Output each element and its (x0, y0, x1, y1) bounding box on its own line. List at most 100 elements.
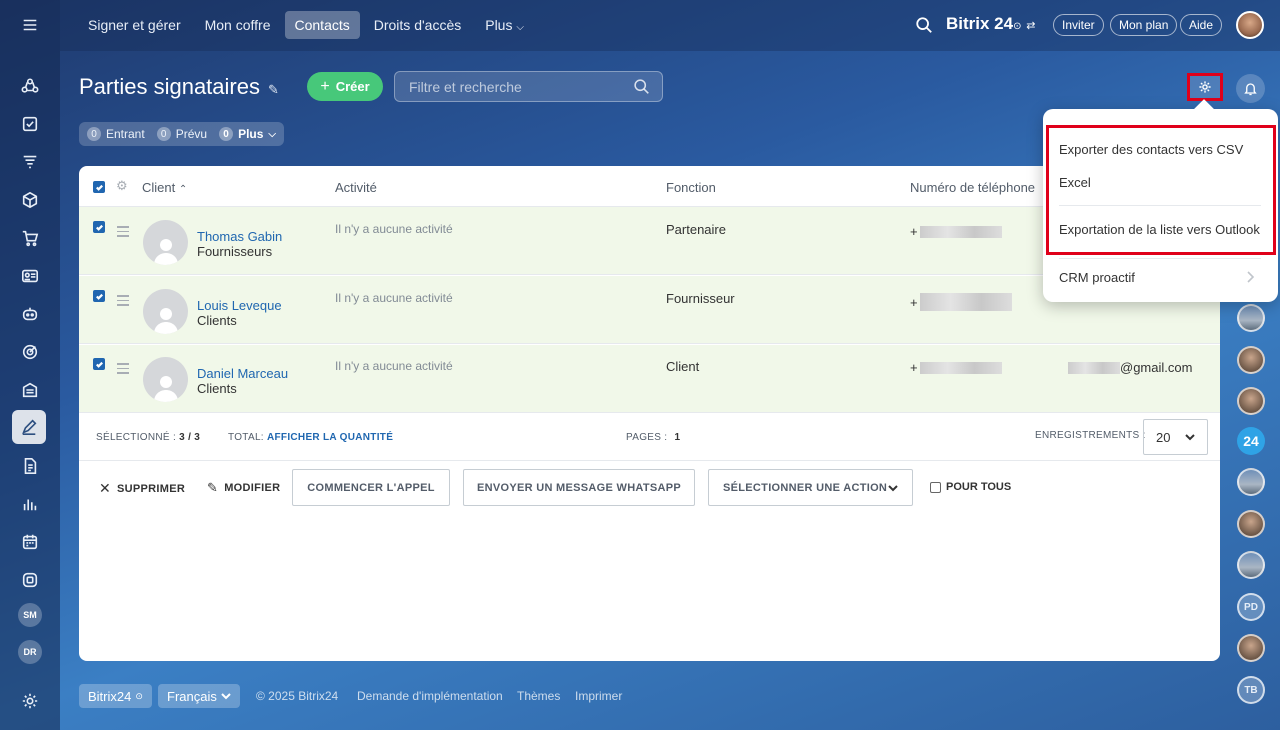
chevron-down-icon (221, 693, 231, 700)
calendar-icon[interactable] (16, 528, 44, 556)
chat-avatar[interactable] (1237, 387, 1265, 415)
chat-avatar[interactable] (1237, 551, 1265, 579)
help-button[interactable]: Aide (1180, 14, 1223, 36)
close-icon: ✕ (99, 480, 112, 496)
records-per-page-select[interactable]: 20 (1143, 419, 1208, 455)
column-settings-icon[interactable]: ⚙ (116, 178, 128, 194)
phone-prefix: + (910, 294, 918, 310)
header-activity[interactable]: Activité (335, 180, 377, 195)
counter-incoming[interactable]: 0 Entrant (87, 127, 145, 141)
menu-crm-proactive[interactable]: CRM proactif (1059, 270, 1135, 285)
header-function[interactable]: Fonction (666, 180, 716, 195)
chevron-down-icon: ⌵ (516, 22, 524, 33)
table-row[interactable]: Daniel Marceau Clients Il n'y a aucune a… (79, 345, 1220, 413)
bitrix-support-avatar[interactable]: 24 (1237, 427, 1265, 455)
header-phone[interactable]: Numéro de téléphone (910, 180, 1035, 195)
implementation-link[interactable]: Demande d'implémentation (357, 689, 503, 703)
header-client[interactable]: Client ⌃ (142, 180, 187, 195)
counters-bar: 0 Entrant 0 Prévu 0 Plus ⌵ (79, 122, 284, 146)
page-title: Parties signataires (79, 74, 260, 99)
menu-export-outlook[interactable]: Exportation de la liste vers Outlook (1059, 222, 1260, 237)
client-name-link[interactable]: Daniel Marceau (197, 366, 288, 381)
inventory-box-icon[interactable] (16, 186, 44, 214)
sidebar-avatar-dr[interactable]: DR (18, 640, 42, 664)
sidebar-avatar-sm[interactable]: SM (18, 603, 42, 627)
pages-value[interactable]: 1 (674, 432, 680, 443)
my-plan-button[interactable]: Mon plan (1110, 14, 1178, 36)
group-actions-bar: ✕ SUPPRIMER ✎ MODIFIER COMMENCER L'APPEL E… (79, 469, 1220, 506)
user-avatar[interactable] (1236, 11, 1264, 39)
shop-cart-icon[interactable] (16, 224, 44, 252)
collab-icon[interactable] (16, 72, 44, 100)
email-value[interactable]: @gmail.com (1066, 360, 1192, 375)
chat-avatar-pd[interactable]: PD (1237, 593, 1265, 621)
menu-export-excel[interactable]: Excel (1059, 175, 1091, 190)
counter-planned[interactable]: 0 Prévu (156, 127, 207, 141)
chat-avatar[interactable] (1237, 468, 1265, 496)
nav-more[interactable]: Plus ⌵ (475, 11, 534, 39)
row-checkbox[interactable] (93, 290, 105, 302)
contact-card-icon[interactable] (16, 262, 44, 290)
chevron-down-icon (1185, 434, 1195, 441)
for-all-checkbox[interactable]: POUR TOUS (930, 481, 1011, 493)
drag-handle-icon[interactable] (117, 360, 129, 377)
blurred-phone (919, 361, 1002, 374)
client-category: Clients (197, 313, 237, 328)
client-name-link[interactable]: Thomas Gabin (197, 229, 282, 244)
phone-value[interactable]: + (910, 224, 1002, 239)
row-checkbox[interactable] (93, 358, 105, 370)
top-nav: Signer et gérer Mon coffre Contacts Droi… (78, 11, 534, 39)
select-action-dropdown[interactable]: SÉLECTIONNER UNE ACTION (708, 469, 913, 506)
row-checkbox[interactable] (93, 221, 105, 233)
copilot-robot-icon[interactable] (16, 300, 44, 328)
search-icon[interactable] (915, 16, 933, 34)
select-all-checkbox[interactable] (93, 181, 105, 193)
phone-value[interactable]: + (910, 360, 1002, 375)
drag-handle-icon[interactable] (117, 292, 129, 309)
delete-button[interactable]: ✕ SUPPRIMER (99, 480, 185, 497)
phone-value[interactable]: + (910, 293, 1012, 311)
filter-search-icon[interactable] (633, 78, 651, 96)
settings-gear-button[interactable] (1187, 73, 1223, 101)
avatar (143, 289, 188, 334)
nav-my-vault[interactable]: Mon coffre (195, 11, 281, 39)
chat-avatar[interactable] (1237, 634, 1265, 662)
nav-sign-manage[interactable]: Signer et gérer (78, 11, 191, 39)
notifications-bell-button[interactable] (1236, 74, 1265, 103)
invite-button[interactable]: Inviter (1053, 14, 1104, 36)
menu-export-csv[interactable]: Exporter des contacts vers CSV (1059, 142, 1243, 157)
chat-avatar[interactable] (1237, 510, 1265, 538)
pin-icon[interactable]: ✎ (268, 82, 279, 98)
nav-access-rights[interactable]: Droits d'accès (364, 11, 471, 39)
company-building-icon[interactable] (16, 376, 44, 404)
filter-search-input[interactable] (394, 71, 663, 102)
settings-gear-icon[interactable] (16, 687, 44, 715)
print-link[interactable]: Imprimer (575, 689, 622, 703)
documents-icon[interactable] (16, 452, 44, 480)
create-button[interactable]: + Créer (307, 72, 383, 101)
goals-target-icon[interactable] (16, 338, 44, 366)
tasks-icon[interactable] (16, 110, 44, 138)
footer-brand-button[interactable]: Bitrix24 ⊙ (79, 684, 152, 708)
drag-handle-icon[interactable] (117, 223, 129, 240)
client-name-link[interactable]: Louis Leveque (197, 298, 282, 313)
language-select[interactable]: Français (158, 684, 240, 708)
delete-label: SUPPRIMER (117, 482, 186, 495)
show-total-link[interactable]: AFFICHER LA QUANTITÉ (267, 432, 393, 443)
edit-button[interactable]: ✎ MODIFIER (207, 480, 280, 496)
market-icon[interactable] (16, 566, 44, 594)
selected-label: SÉLECTIONNÉ : (96, 432, 177, 443)
sign-pen-icon[interactable] (12, 410, 46, 444)
send-whatsapp-button[interactable]: ENVOYER UN MESSAGE WHATSAPP (463, 469, 695, 506)
crm-funnel-icon[interactable] (16, 148, 44, 176)
nav-contacts[interactable]: Contacts (284, 11, 360, 39)
analytics-bars-icon[interactable] (16, 490, 44, 518)
chat-avatar[interactable] (1237, 346, 1265, 374)
brand-logo[interactable]: Bitrix 24⊙ ⇄ (946, 14, 1035, 34)
counter-more[interactable]: 0 Plus ⌵ (219, 127, 276, 141)
chat-avatar[interactable] (1237, 304, 1265, 332)
menu-icon[interactable] (16, 11, 44, 39)
themes-link[interactable]: Thèmes (517, 689, 560, 703)
start-call-button[interactable]: COMMENCER L'APPEL (292, 469, 450, 506)
chat-avatar-tb[interactable]: TB (1237, 676, 1265, 704)
